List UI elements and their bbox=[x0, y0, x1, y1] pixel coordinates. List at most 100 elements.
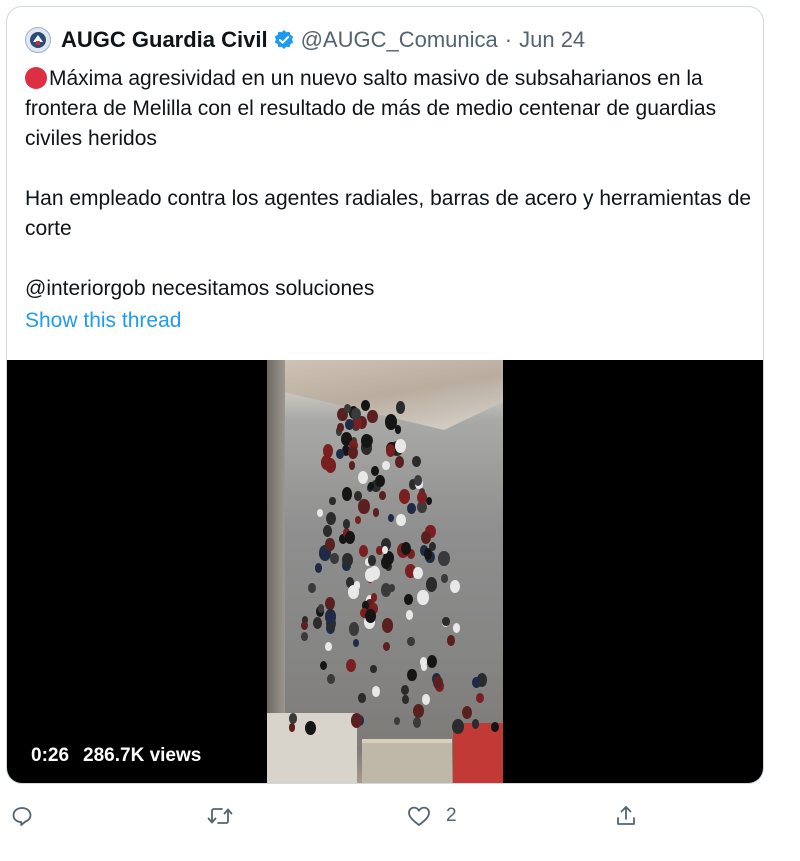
person-figure bbox=[407, 636, 415, 647]
person-figure bbox=[382, 460, 390, 471]
person-figure bbox=[345, 531, 355, 544]
heart-icon[interactable] bbox=[406, 804, 432, 828]
person-figure bbox=[308, 582, 317, 594]
person-figure bbox=[438, 551, 450, 566]
reply-icon[interactable] bbox=[10, 804, 34, 828]
person-figure bbox=[365, 568, 376, 583]
person-figure bbox=[426, 577, 438, 592]
person-figure bbox=[416, 490, 427, 504]
person-figure bbox=[364, 609, 376, 624]
augc-logo-icon[interactable] bbox=[25, 27, 51, 53]
like-count: 2 bbox=[446, 805, 457, 826]
tweet-actions: 2 bbox=[0, 790, 800, 840]
person-figure bbox=[329, 552, 339, 565]
user-handle[interactable]: @AUGC_Comunica bbox=[301, 27, 498, 53]
person-figure bbox=[341, 487, 353, 501]
person-figure bbox=[320, 660, 328, 670]
person-figure bbox=[402, 695, 409, 704]
person-figure bbox=[403, 593, 413, 606]
person-figure bbox=[322, 525, 333, 538]
video-duration: 0:26 bbox=[31, 745, 70, 766]
person-figure bbox=[422, 693, 431, 705]
person-figure bbox=[325, 512, 336, 526]
tweet-text: Máxima agresividad en un nuevo salto mas… bbox=[25, 64, 755, 304]
person-figure bbox=[413, 475, 422, 486]
share-button[interactable] bbox=[614, 804, 638, 828]
person-figure bbox=[384, 414, 397, 430]
tweet-date[interactable]: Jun 24 bbox=[519, 27, 585, 53]
reply-button[interactable] bbox=[10, 804, 34, 828]
person-figure bbox=[405, 610, 413, 620]
person-figure bbox=[382, 641, 390, 652]
person-figure bbox=[300, 620, 308, 631]
person-figure bbox=[354, 516, 362, 525]
person-figure bbox=[442, 616, 450, 627]
person-figure bbox=[348, 585, 360, 600]
person-figure bbox=[350, 713, 362, 728]
tweet-paragraph-3: @interiorgob necesitamos soluciones bbox=[25, 277, 375, 300]
person-figure bbox=[475, 692, 484, 704]
separator-dot: · bbox=[504, 27, 513, 52]
video-player[interactable]: 0:26 286.7K views bbox=[7, 360, 763, 783]
person-figure bbox=[322, 444, 334, 458]
person-figure bbox=[385, 444, 396, 457]
person-figure bbox=[368, 554, 377, 566]
person-figure bbox=[407, 503, 416, 515]
person-figure bbox=[357, 471, 368, 485]
show-thread-link[interactable]: Show this thread bbox=[25, 309, 181, 333]
person-figure bbox=[413, 717, 422, 728]
person-figure bbox=[380, 555, 391, 569]
share-icon[interactable] bbox=[614, 804, 638, 828]
tweet-header: AUGC Guardia Civil @AUGC_Comunica · Jun … bbox=[25, 25, 585, 55]
person-figure bbox=[446, 635, 455, 646]
person-figure bbox=[413, 566, 423, 579]
person-figure bbox=[336, 448, 344, 459]
person-figure bbox=[441, 574, 448, 583]
person-figure bbox=[395, 401, 406, 414]
person-figure bbox=[314, 563, 323, 573]
person-figure bbox=[449, 579, 460, 593]
person-figure bbox=[327, 673, 336, 685]
person-figure bbox=[348, 622, 360, 637]
tweet-paragraph-1: Máxima agresividad en un nuevo salto mas… bbox=[25, 67, 722, 150]
person-figure bbox=[401, 684, 409, 695]
video-frame bbox=[267, 360, 503, 783]
display-name[interactable]: AUGC Guardia Civil bbox=[61, 27, 268, 53]
like-button[interactable]: 2 bbox=[406, 804, 457, 828]
person-figure bbox=[317, 509, 324, 518]
person-figure bbox=[381, 618, 394, 634]
person-figure bbox=[361, 400, 370, 412]
person-figure bbox=[301, 632, 309, 642]
person-figure bbox=[427, 654, 438, 668]
video-views: 286.7K views bbox=[83, 745, 202, 766]
person-figure bbox=[461, 705, 473, 720]
retweet-button[interactable] bbox=[206, 804, 234, 828]
person-figure bbox=[348, 446, 358, 460]
person-figure bbox=[381, 546, 388, 555]
person-figure bbox=[352, 639, 360, 648]
person-figure bbox=[420, 662, 428, 672]
person-figure bbox=[429, 541, 437, 551]
quoted-tweet-card[interactable]: AUGC Guardia Civil @AUGC_Comunica · Jun … bbox=[6, 6, 764, 784]
person-figure bbox=[370, 664, 377, 674]
person-figure bbox=[325, 538, 335, 551]
retweet-icon[interactable] bbox=[206, 804, 234, 828]
tweet-paragraph-2: Han empleado contra los agentes radiales… bbox=[25, 187, 757, 240]
person-figure bbox=[345, 659, 356, 673]
person-figure bbox=[396, 513, 406, 527]
person-figure bbox=[329, 496, 336, 506]
person-figure bbox=[395, 439, 407, 454]
person-figure bbox=[342, 518, 351, 529]
person-figure bbox=[407, 668, 417, 681]
person-figure bbox=[367, 481, 374, 491]
person-figure bbox=[325, 596, 336, 610]
person-figure bbox=[413, 703, 425, 718]
person-figure bbox=[358, 499, 370, 515]
person-figure bbox=[367, 409, 378, 423]
person-figure bbox=[342, 553, 354, 568]
person-figure bbox=[452, 623, 461, 633]
person-figure bbox=[337, 423, 344, 432]
video-overlay: 0:26 286.7K views bbox=[31, 745, 201, 767]
person-figure bbox=[375, 474, 386, 488]
person-figure bbox=[472, 677, 481, 689]
